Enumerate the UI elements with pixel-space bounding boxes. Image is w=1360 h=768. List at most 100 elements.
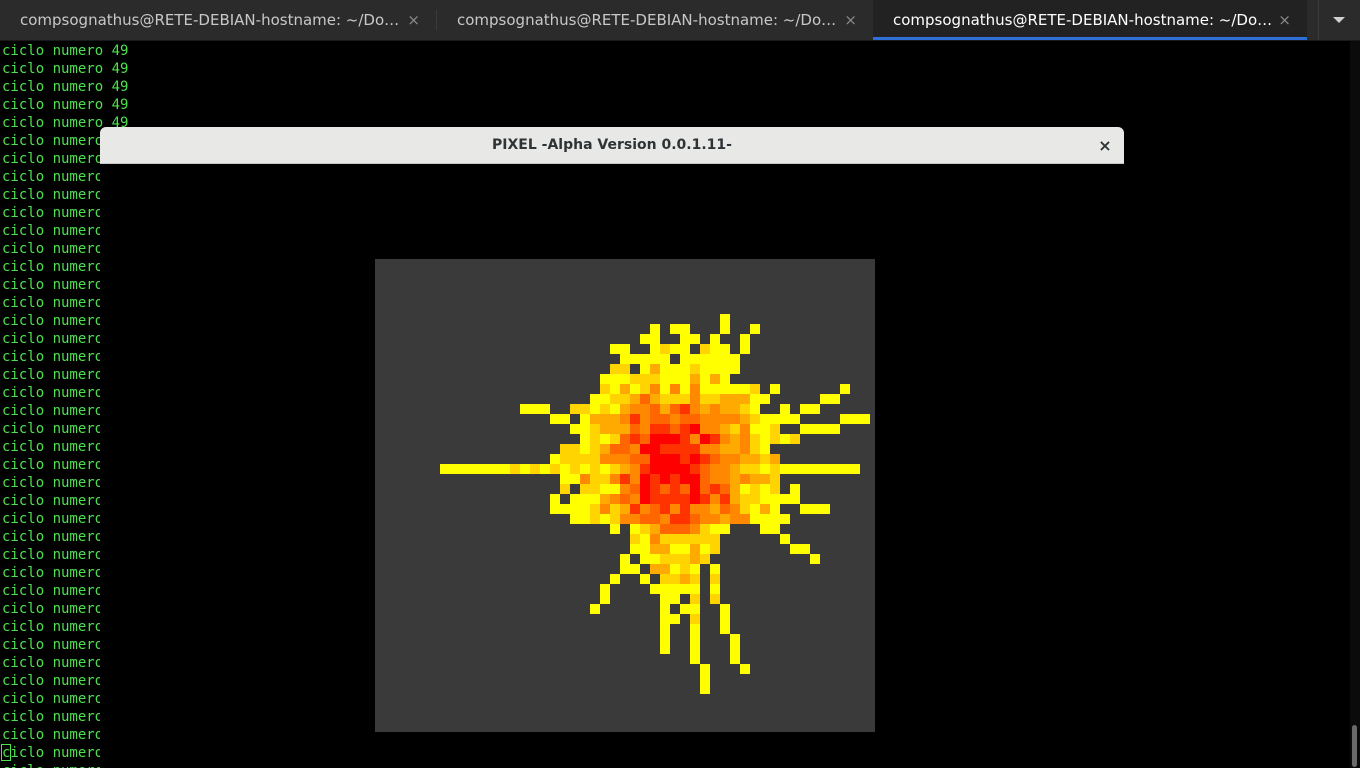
fire-pixel-art — [440, 314, 870, 694]
pixel — [810, 424, 820, 434]
pixel — [690, 614, 700, 624]
pixel — [650, 334, 660, 344]
pixel — [790, 544, 800, 554]
pixel — [600, 584, 610, 594]
pixel — [610, 504, 620, 514]
pixel — [670, 544, 680, 554]
pixel — [600, 394, 610, 404]
pixel — [530, 404, 540, 414]
pixel — [730, 444, 740, 454]
pixel — [630, 544, 640, 554]
pixel — [750, 394, 760, 404]
pixel — [620, 454, 630, 464]
tab-terminal-1[interactable]: compsognathus@RETE-DEBIAN-hostname: ~/Do… — [0, 0, 436, 40]
pixel — [710, 564, 720, 574]
pixel — [760, 424, 770, 434]
pixel — [450, 464, 460, 474]
pixel — [670, 364, 680, 374]
pixel — [720, 374, 730, 384]
pixel — [740, 414, 750, 424]
close-icon[interactable]: × — [1094, 135, 1116, 157]
pixel — [690, 544, 700, 554]
pixel — [630, 414, 640, 424]
pixel — [700, 344, 710, 354]
pixel — [600, 454, 610, 464]
pixel — [670, 374, 680, 384]
scrollbar-thumb[interactable] — [1352, 725, 1357, 767]
pixel — [660, 524, 670, 534]
terminal-scrollbar[interactable] — [1350, 41, 1360, 768]
pixel — [580, 414, 590, 424]
pixel — [610, 414, 620, 424]
close-icon[interactable]: × — [844, 0, 857, 40]
window-titlebar[interactable]: PIXEL -Alpha Version 0.0.1.11- × — [100, 127, 1124, 164]
pixel — [730, 464, 740, 474]
pixel — [600, 414, 610, 424]
pixel — [680, 484, 690, 494]
pixel — [770, 504, 780, 514]
pixel — [590, 474, 600, 484]
pixel — [710, 464, 720, 474]
pixel — [690, 494, 700, 504]
pixel — [670, 494, 680, 504]
pixel — [650, 374, 660, 384]
pixel — [570, 454, 580, 464]
pixel — [800, 404, 810, 414]
pixel — [580, 514, 590, 524]
pixel — [720, 614, 730, 624]
pixel — [660, 384, 670, 394]
pixel — [580, 464, 590, 474]
pixel — [620, 504, 630, 514]
pixel — [720, 484, 730, 494]
pixel — [720, 354, 730, 364]
pixel — [680, 584, 690, 594]
pixel — [620, 464, 630, 474]
pixel — [650, 564, 660, 574]
pixel — [440, 464, 450, 474]
tab-terminal-3[interactable]: compsognathus@RETE-DEBIAN-hostname: ~/Do… — [873, 0, 1307, 40]
pixel — [590, 454, 600, 464]
pixel — [630, 374, 640, 384]
pixel — [760, 414, 770, 424]
terminal-line: ciclo numero 49 — [2, 43, 129, 59]
pixel — [690, 644, 700, 654]
pixel-canvas[interactable] — [375, 259, 875, 732]
pixel — [720, 424, 730, 434]
pixel — [760, 514, 770, 524]
tab-menu-chevron-down-icon[interactable] — [1318, 0, 1360, 40]
pixel — [640, 404, 650, 414]
pixel — [630, 474, 640, 484]
pixel — [650, 434, 660, 444]
pixel — [660, 494, 670, 504]
pixel — [630, 524, 640, 534]
close-icon[interactable]: × — [1278, 0, 1291, 37]
pixel — [660, 424, 670, 434]
pixel — [740, 664, 750, 674]
pixel — [710, 584, 720, 594]
pixel — [690, 554, 700, 564]
pixel — [590, 604, 600, 614]
pixel — [560, 414, 570, 424]
pixel — [620, 404, 630, 414]
pixel — [720, 414, 730, 424]
pixel — [700, 514, 710, 524]
tab-terminal-2[interactable]: compsognathus@RETE-DEBIAN-hostname: ~/Do… — [437, 0, 873, 40]
pixel — [760, 474, 770, 484]
pixel — [650, 524, 660, 534]
pixel — [600, 444, 610, 454]
pixel — [670, 554, 680, 564]
pixel — [810, 554, 820, 564]
pixel — [640, 394, 650, 404]
pixel — [680, 514, 690, 524]
pixel — [620, 434, 630, 444]
pixel — [600, 474, 610, 484]
pixel — [780, 434, 790, 444]
pixel — [690, 404, 700, 414]
pixel — [700, 664, 710, 674]
pixel — [700, 544, 710, 554]
close-icon[interactable]: × — [407, 0, 420, 40]
pixel — [650, 404, 660, 414]
pixel — [720, 364, 730, 374]
pixel — [680, 344, 690, 354]
pixel — [590, 514, 600, 524]
